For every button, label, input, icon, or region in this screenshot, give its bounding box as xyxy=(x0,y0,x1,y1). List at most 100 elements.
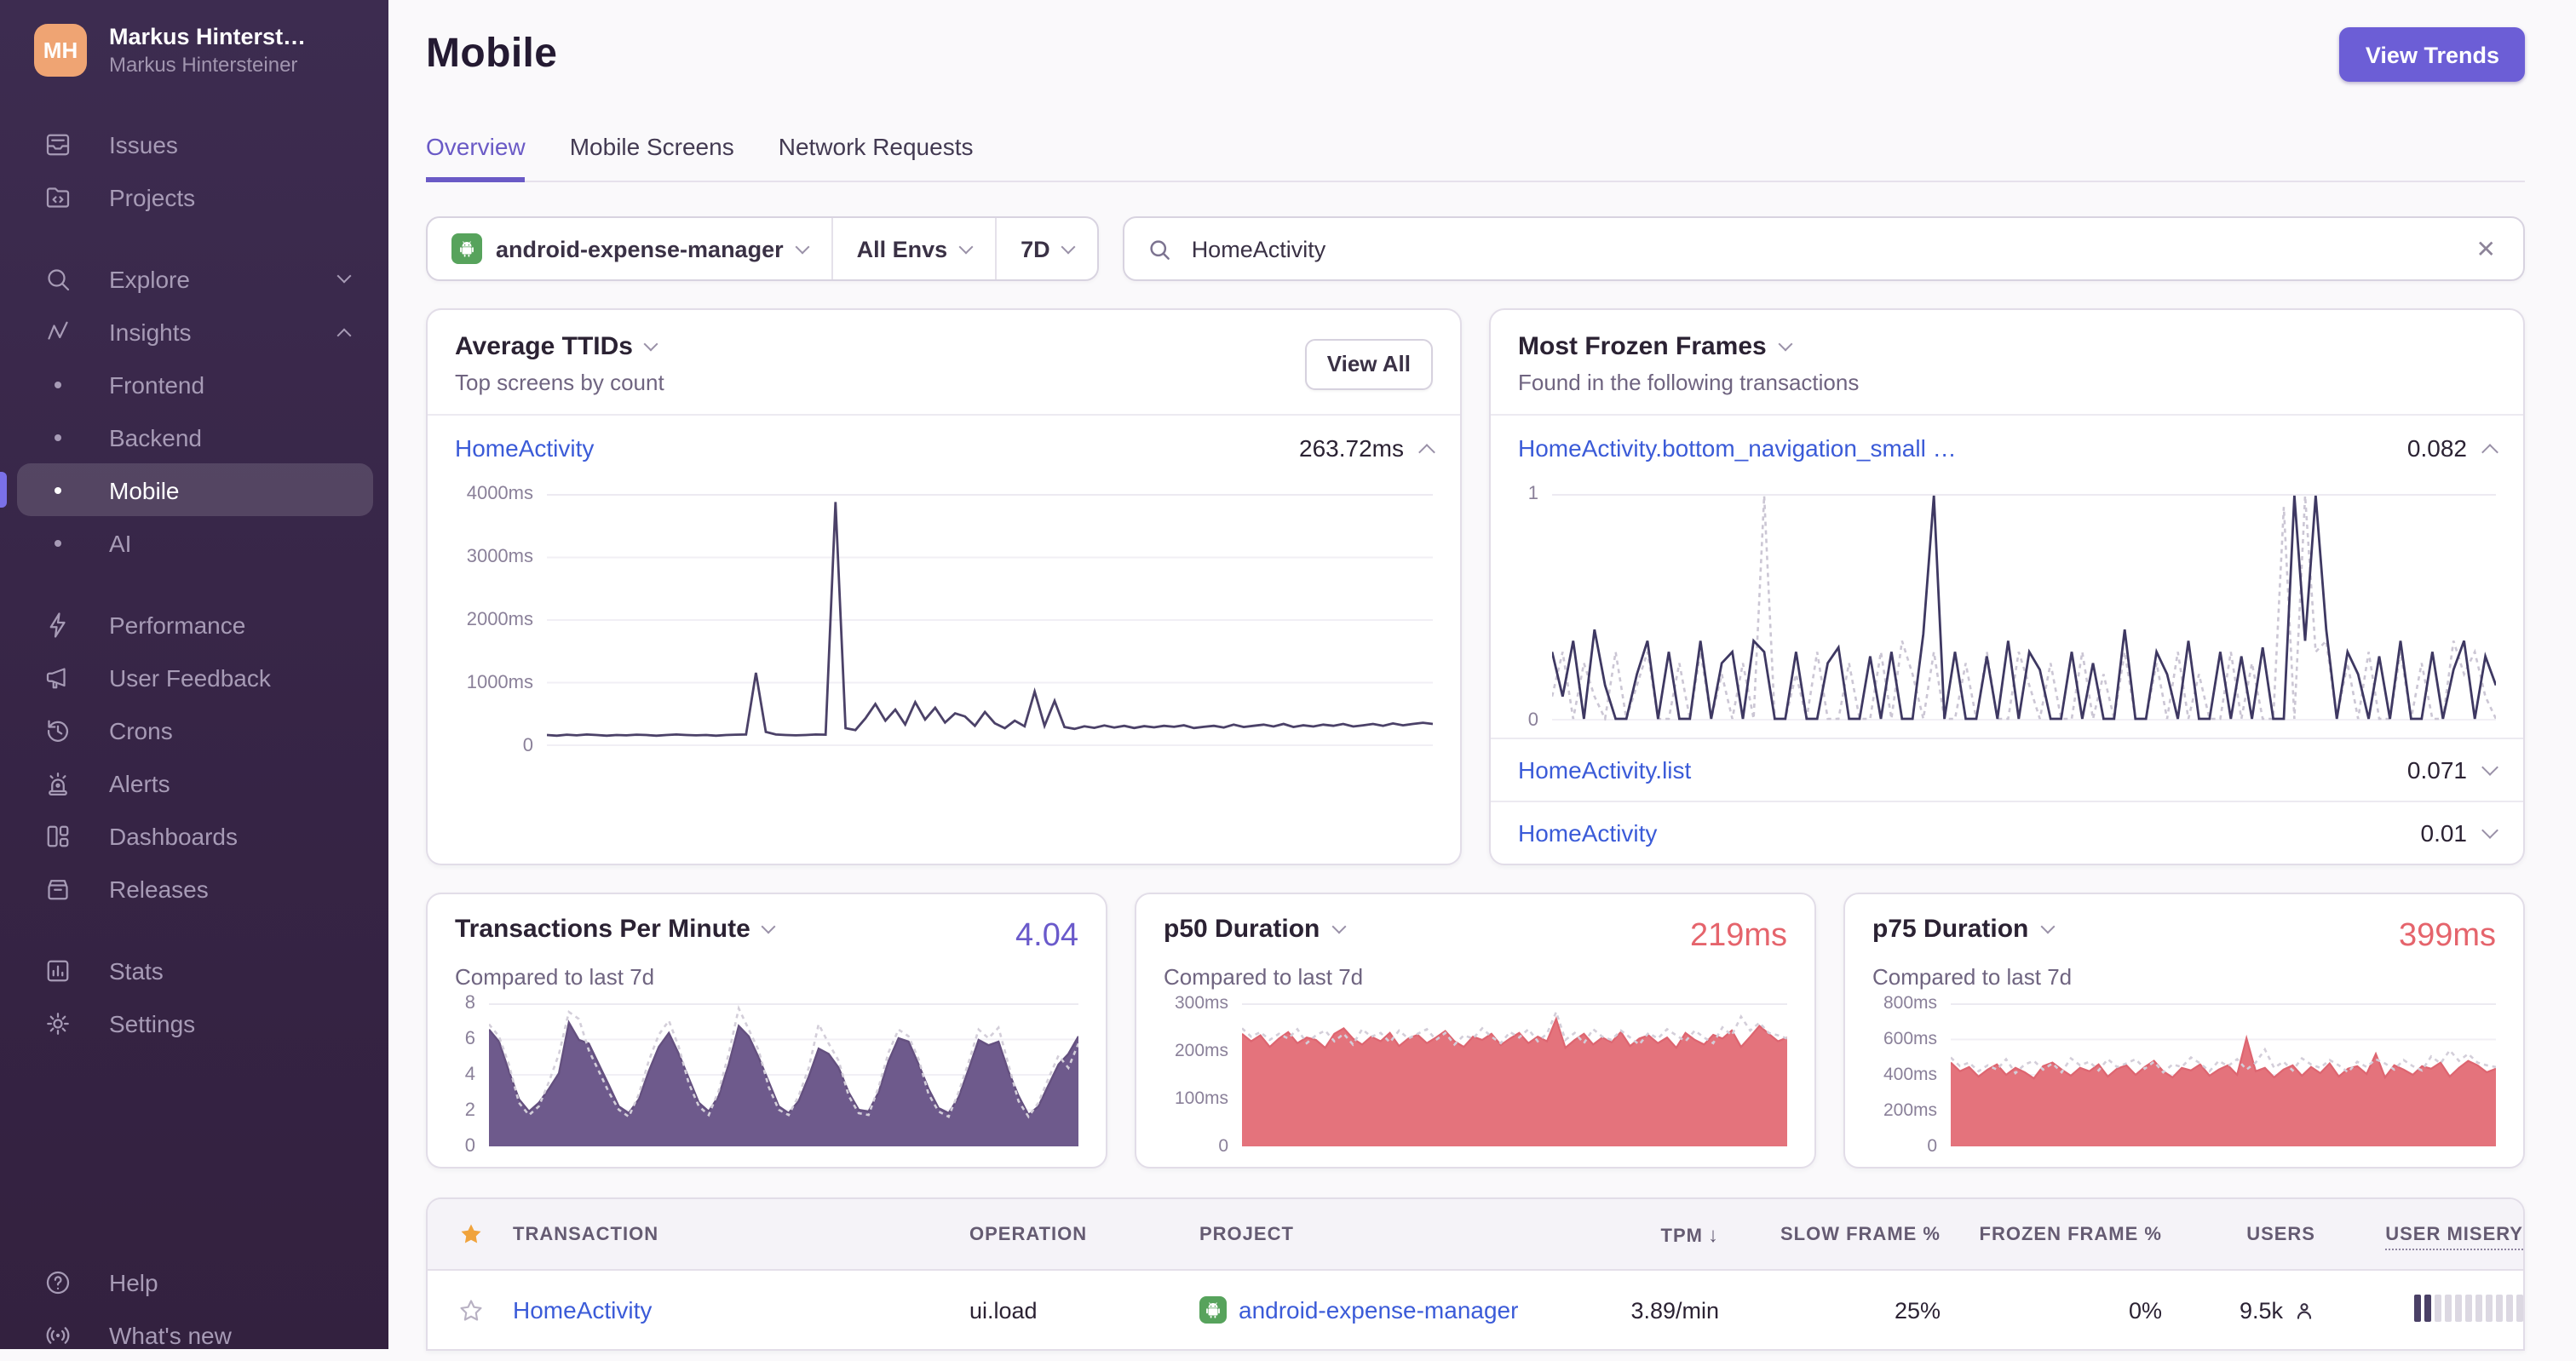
p75-duration-card: p75 Duration 399ms Compared to last 7d 8… xyxy=(1843,893,2525,1169)
android-platform-icon xyxy=(451,233,482,264)
filter-bar: android-expense-manager All Envs 7D ✕ xyxy=(426,216,2525,281)
p50-duration-card: p50 Duration 219ms Compared to last 7d 3… xyxy=(1135,893,1816,1169)
sidebar-item-user-feedback[interactable]: User Feedback xyxy=(17,651,373,703)
star-filled-icon xyxy=(460,1224,480,1243)
tpm-cell: 3.89/min xyxy=(1630,1297,1719,1323)
sidebar-item-insights[interactable]: Insights xyxy=(17,305,373,358)
transaction-link[interactable]: HomeActivity xyxy=(513,1296,652,1324)
frozen-frame-cell: 0% xyxy=(2128,1297,2162,1323)
p75-metric-selector[interactable]: p75 Duration xyxy=(1872,915,2055,944)
sidebar-item-alerts[interactable]: Alerts xyxy=(17,756,373,809)
collapse-chevron-icon[interactable] xyxy=(1418,443,1435,460)
p50-metric-selector[interactable]: p50 Duration xyxy=(1164,915,1346,944)
sidebar-item-frontend[interactable]: Frontend xyxy=(17,358,373,411)
tab-overview[interactable]: Overview xyxy=(426,133,526,182)
sidebar-item-stats[interactable]: Stats xyxy=(17,944,373,996)
col-users[interactable]: USERS xyxy=(2162,1224,2315,1244)
frozen-transaction-link[interactable]: HomeActivity.list xyxy=(1518,756,1691,784)
tpm-chart xyxy=(489,1003,1078,1146)
col-operation[interactable]: OPERATION xyxy=(969,1224,1199,1244)
sort-desc-icon: ↓ xyxy=(1708,1222,1719,1246)
sidebar-item-dashboards[interactable]: Dashboards xyxy=(17,809,373,862)
sidebar-item-performance[interactable]: Performance xyxy=(17,598,373,651)
col-project[interactable]: PROJECT xyxy=(1199,1224,1557,1244)
ttid-chart xyxy=(547,494,1433,746)
star-column-header[interactable] xyxy=(428,1221,513,1247)
col-frozen-frame[interactable]: FROZEN FRAME % xyxy=(1941,1224,2162,1244)
col-user-misery[interactable]: USER MISERY xyxy=(2315,1224,2523,1249)
sidebar-item-crons[interactable]: Crons xyxy=(17,703,373,756)
tpm-card: Transactions Per Minute 4.04 Compared to… xyxy=(426,893,1107,1169)
tpm-y-axis: 86420 xyxy=(464,993,475,1157)
gear-icon xyxy=(43,1008,73,1038)
search-icon xyxy=(1151,239,1170,259)
tab-mobile-screens[interactable]: Mobile Screens xyxy=(570,133,734,182)
frozen-row: HomeActivity.list 0.071 xyxy=(1491,739,2523,801)
sidebar-item-whats-new[interactable]: What's new xyxy=(17,1308,373,1361)
environment-selector[interactable]: All Envs xyxy=(833,218,996,279)
col-tpm[interactable]: TPM ↓ xyxy=(1557,1222,1719,1246)
frozen-transaction-link[interactable]: HomeActivity xyxy=(1518,819,1657,847)
chevron-down-icon xyxy=(2039,919,2055,934)
chevron-down-icon xyxy=(1331,919,1346,934)
bullet-icon xyxy=(55,539,61,546)
frozen-subtitle: Found in the following transactions xyxy=(1518,370,1860,395)
active-indicator xyxy=(0,472,7,508)
app-window: MH Markus Hinterst… Markus Hintersteiner… xyxy=(0,0,2576,1351)
sidebar-item-explore[interactable]: Explore xyxy=(17,252,373,305)
clear-search-icon[interactable]: ✕ xyxy=(2471,231,2501,267)
operation-cell: ui.load xyxy=(969,1297,1038,1323)
collapse-chevron-icon[interactable] xyxy=(2481,443,2498,460)
tpm-value: 4.04 xyxy=(1015,918,1078,954)
tab-bar: Overview Mobile Screens Network Requests xyxy=(426,133,2525,182)
frozen-value: 0.082 xyxy=(2406,434,2467,462)
view-all-button[interactable]: View All xyxy=(1304,338,1433,389)
issues-icon xyxy=(43,129,73,159)
project-selector[interactable]: android-expense-manager xyxy=(428,218,831,279)
sidebar-item-settings[interactable]: Settings xyxy=(17,996,373,1049)
projects-icon xyxy=(43,181,73,212)
project-link[interactable]: android-expense-manager xyxy=(1239,1296,1518,1324)
org-name: Markus Hintersteiner xyxy=(109,53,298,77)
frozen-value: 0.01 xyxy=(2420,819,2468,847)
insights-icon xyxy=(43,316,73,347)
android-platform-icon xyxy=(1199,1296,1227,1324)
ttid-metric-selector[interactable]: Average TTIDs xyxy=(455,332,664,361)
page-filter-group: android-expense-manager All Envs 7D xyxy=(426,216,1100,281)
sidebar-item-backend[interactable]: Backend xyxy=(17,411,373,463)
p75-subtitle: Compared to last 7d xyxy=(1872,964,2073,990)
metric-cards-row: Transactions Per Minute 4.04 Compared to… xyxy=(426,893,2525,1169)
date-range-selector[interactable]: 7D xyxy=(997,218,1098,279)
project-name: android-expense-manager xyxy=(496,236,784,261)
tpm-metric-selector[interactable]: Transactions Per Minute xyxy=(455,915,777,944)
sidebar-item-issues[interactable]: Issues xyxy=(17,118,373,170)
col-transaction[interactable]: TRANSACTION xyxy=(513,1224,969,1244)
user-menu[interactable]: MH Markus Hinterst… Markus Hintersteiner xyxy=(0,0,388,94)
sidebar-nav: Issues Projects Explore Insights Fronten… xyxy=(0,94,388,1049)
search-input[interactable] xyxy=(1187,234,2471,263)
overview-cards-row: Average TTIDs Top screens by count View … xyxy=(426,308,2525,865)
tab-network-requests[interactable]: Network Requests xyxy=(779,133,974,182)
expand-chevron-icon[interactable] xyxy=(2481,822,2498,839)
frozen-transaction-link[interactable]: HomeActivity.bottom_navigation_small … xyxy=(1518,434,1957,462)
chevron-up-icon xyxy=(336,327,352,342)
star-toggle[interactable] xyxy=(428,1297,513,1323)
expand-chevron-icon[interactable] xyxy=(2481,759,2498,776)
col-slow-frame[interactable]: SLOW FRAME % xyxy=(1719,1224,1941,1244)
view-trends-button[interactable]: View Trends xyxy=(2339,27,2525,82)
sidebar-item-projects[interactable]: Projects xyxy=(17,170,373,223)
table-row: HomeActivity ui.load android-expense-man… xyxy=(428,1271,2523,1349)
sidebar-item-help[interactable]: Help xyxy=(17,1255,373,1308)
megaphone-icon xyxy=(43,662,73,692)
ttid-screen-link[interactable]: HomeActivity xyxy=(455,434,594,462)
sidebar-item-ai[interactable]: AI xyxy=(17,516,373,569)
page-title: Mobile xyxy=(426,31,558,77)
bar-chart-icon xyxy=(43,955,73,985)
frozen-metric-selector[interactable]: Most Frozen Frames xyxy=(1518,332,1859,361)
search-bar: ✕ xyxy=(1123,216,2525,281)
main-content: Mobile View Trends Overview Mobile Scree… xyxy=(388,0,2576,1351)
chevron-down-icon xyxy=(795,238,810,254)
sidebar-item-releases[interactable]: Releases xyxy=(17,862,373,915)
sidebar-item-mobile[interactable]: Mobile xyxy=(0,463,373,516)
most-frozen-frames-card: Most Frozen Frames Found in the followin… xyxy=(1489,308,2525,865)
